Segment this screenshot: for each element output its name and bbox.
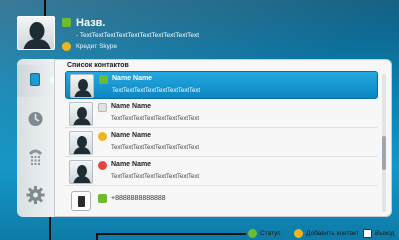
user-avatar[interactable] bbox=[17, 16, 55, 50]
contact-list: Name Name TextTextTextTextTextTextTextTe… bbox=[65, 71, 378, 215]
user-mood: - TextTextTextTextTextTextTextTextTextTe… bbox=[76, 32, 200, 39]
skype-credit-label[interactable]: Кредит Skype bbox=[76, 43, 117, 50]
callout-line bbox=[44, 0, 46, 16]
contact-mood: TextTextTextTextTextTextTextText bbox=[112, 88, 201, 94]
avatar-silhouette-icon bbox=[73, 136, 91, 154]
gear-icon bbox=[26, 186, 45, 204]
user-name: Назв. bbox=[76, 17, 106, 29]
panel-title: Список контактов bbox=[67, 62, 129, 69]
do-not-disturb-status-icon bbox=[98, 161, 107, 170]
nav-dialpad[interactable] bbox=[17, 141, 54, 173]
avatar-silhouette-icon bbox=[73, 165, 91, 183]
contact-mood: TextTextTextTextTextTextTextText bbox=[111, 116, 200, 122]
skype-credit-icon bbox=[62, 42, 71, 51]
callout-line bbox=[49, 217, 51, 240]
dialpad-icon bbox=[28, 149, 43, 165]
add-contact-hint-label: Добавить контакт bbox=[306, 229, 360, 237]
phone-contact-row[interactable]: +8888888888888 bbox=[65, 187, 378, 215]
phone-handset-icon bbox=[78, 196, 85, 207]
callout-line bbox=[96, 233, 246, 235]
avatar-silhouette-icon bbox=[23, 22, 51, 49]
list-scrollbar[interactable] bbox=[382, 74, 386, 212]
online-status-icon bbox=[99, 75, 108, 84]
phone-number: +8888888888888 bbox=[111, 195, 166, 202]
contact-row[interactable]: Name Name TextTextTextTextTextTextTextTe… bbox=[65, 100, 378, 128]
callout-line bbox=[96, 233, 98, 240]
phone-contact-icon bbox=[71, 191, 91, 211]
exit-hint[interactable]: Выход bbox=[363, 227, 394, 239]
contacts-panel: Список контактов Name Name TextTextTextT… bbox=[54, 59, 392, 217]
contact-mood: TextTextTextTextTextTextTextText bbox=[111, 174, 200, 180]
contact-avatar bbox=[69, 160, 93, 184]
contact-avatar bbox=[69, 131, 93, 155]
contact-name: Name Name bbox=[111, 103, 152, 110]
away-status-icon bbox=[98, 132, 107, 141]
contact-avatar bbox=[70, 74, 94, 98]
contact-mood: TextTextTextTextTextTextTextText bbox=[111, 145, 200, 151]
exit-hint-label: Выход bbox=[375, 229, 395, 237]
user-status-icon[interactable] bbox=[62, 18, 71, 27]
green-button-icon bbox=[248, 228, 257, 238]
contact-name: Name Name bbox=[112, 75, 153, 82]
side-navigation bbox=[17, 59, 55, 217]
nav-history[interactable] bbox=[17, 103, 54, 135]
nav-settings[interactable] bbox=[17, 179, 54, 211]
status-hint-label: Статус bbox=[260, 229, 281, 237]
contact-row[interactable]: Name Name TextTextTextTextTextTextTextTe… bbox=[65, 71, 378, 99]
contact-row[interactable]: Name Name TextTextTextTextTextTextTextTe… bbox=[65, 129, 378, 157]
contact-row[interactable]: Name Name TextTextTextTextTextTextTextTe… bbox=[65, 158, 378, 186]
online-status-icon bbox=[98, 194, 107, 203]
contact-avatar bbox=[69, 102, 93, 126]
clock-icon bbox=[28, 112, 43, 126]
contacts-icon bbox=[30, 73, 40, 86]
exit-icon bbox=[363, 228, 372, 238]
add-contact-hint[interactable]: Добавить контакт bbox=[294, 227, 359, 239]
scrollbar-thumb[interactable] bbox=[382, 136, 386, 170]
status-hint[interactable]: Статус bbox=[248, 227, 281, 239]
contact-name: Name Name bbox=[111, 161, 152, 168]
offline-status-icon bbox=[98, 103, 107, 112]
contact-name: Name Name bbox=[111, 132, 152, 139]
avatar-silhouette-icon bbox=[74, 79, 92, 97]
yellow-button-icon bbox=[294, 228, 303, 238]
avatar-silhouette-icon bbox=[73, 107, 91, 125]
